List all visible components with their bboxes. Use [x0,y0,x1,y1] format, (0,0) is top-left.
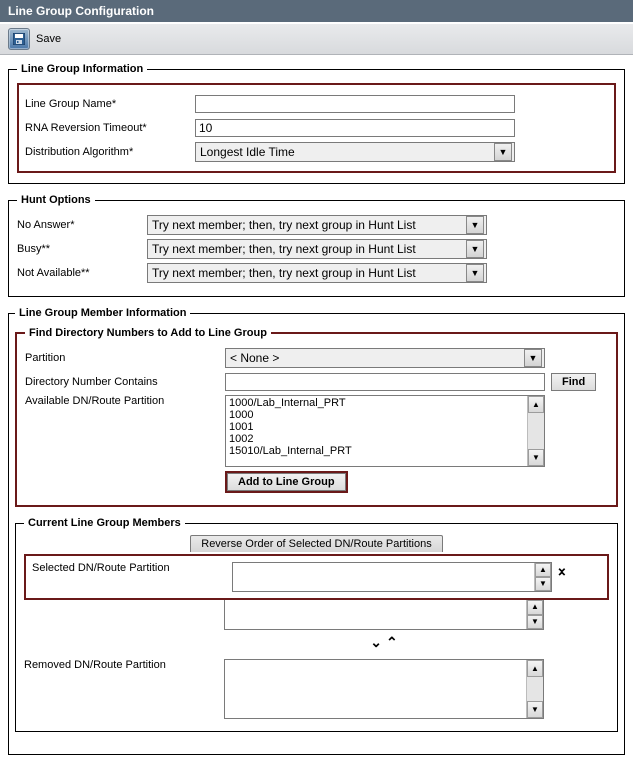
disk-icon [13,33,25,45]
fieldset-hunt-options: Hunt Options No Answer* Try next member;… [8,194,625,297]
busy-select[interactable]: Try next member; then, try next group in… [147,239,487,259]
no-answer-select[interactable]: Try next member; then, try next group in… [147,215,487,235]
selected-dn-listbox-2[interactable]: ▲ ▼ [224,600,544,630]
scroll-down-icon[interactable]: ▼ [535,577,551,591]
scroll-up-icon[interactable]: ▲ [527,660,543,677]
not-available-value: Try next member; then, try next group in… [152,266,416,280]
chevron-down-icon: ▼ [466,264,484,282]
available-dn-listbox[interactable]: 1000/Lab_Internal_PRT 1000 1001 1002 150… [225,395,545,467]
legend-hunt-options: Hunt Options [17,194,95,206]
legend-find-dn: Find Directory Numbers to Add to Line Gr… [25,327,271,339]
find-button[interactable]: Find [551,373,596,391]
label-line-group-name: Line Group Name* [25,98,195,110]
move-up-icon[interactable]: ⌃ [386,634,398,651]
reverse-order-button[interactable]: Reverse Order of Selected DN/Route Parti… [190,535,443,552]
list-item[interactable]: 1000 [229,409,527,421]
legend-member-info: Line Group Member Information [15,307,190,319]
fieldset-member-info: Line Group Member Information Find Direc… [8,307,625,755]
chevron-down-icon: ▼ [524,349,542,367]
list-item[interactable]: 1001 [229,421,527,433]
chevron-down-icon: ▼ [494,143,512,161]
toolbar: Save [0,23,633,55]
save-label: Save [36,33,61,45]
scrollbar[interactable]: ▲ ▼ [526,600,543,629]
scroll-up-icon[interactable]: ▲ [528,396,544,413]
legend-line-group-info: Line Group Information [17,63,147,75]
fieldset-line-group-info: Line Group Information Line Group Name* … [8,63,625,184]
line-group-name-input[interactable] [195,95,515,113]
scrollbar[interactable]: ▲ ▼ [527,396,544,466]
page-title: Line Group Configuration [0,0,633,23]
save-button[interactable] [8,28,30,50]
chevron-down-icon: ▼ [466,216,484,234]
label-not-available: Not Available** [17,267,147,279]
label-busy: Busy** [17,243,147,255]
chevron-down-icon: ▼ [466,240,484,258]
label-available-dn: Available DN/Route Partition [25,395,225,407]
label-selected-dn: Selected DN/Route Partition [32,562,232,574]
busy-value: Try next member; then, try next group in… [152,242,416,256]
label-distribution-algorithm: Distribution Algorithm* [25,146,195,158]
label-rna-timeout: RNA Reversion Timeout* [25,122,195,134]
label-no-answer: No Answer* [17,219,147,231]
fieldset-find-dn: Find Directory Numbers to Add to Line Gr… [15,327,618,507]
partition-select[interactable]: < None > ▼ [225,348,545,368]
list-item[interactable]: 1002 [229,433,527,445]
label-dn-contains: Directory Number Contains [25,376,225,388]
scrollbar[interactable]: ▲ ▼ [534,563,551,591]
partition-value: < None > [230,351,279,365]
label-partition: Partition [25,352,225,364]
legend-current-members: Current Line Group Members [24,517,185,529]
add-to-line-group-button[interactable]: Add to Line Group [227,473,346,491]
move-down-icon[interactable]: ⌄ [370,634,382,651]
label-removed-dn: Removed DN/Route Partition [24,659,224,671]
scroll-down-icon[interactable]: ▼ [528,449,544,466]
scroll-up-icon[interactable]: ▲ [527,600,543,615]
scroll-up-icon[interactable]: ▲ [535,563,551,577]
no-answer-value: Try next member; then, try next group in… [152,218,416,232]
scroll-down-icon[interactable]: ▼ [527,615,543,630]
selected-dn-listbox[interactable]: ▲ ▼ [232,562,552,592]
removed-dn-listbox[interactable]: ▲ ▼ [224,659,544,719]
distribution-algorithm-select[interactable]: Longest Idle Time ▼ [195,142,515,162]
not-available-select[interactable]: Try next member; then, try next group in… [147,263,487,283]
dn-contains-input[interactable] [225,373,545,391]
list-item[interactable]: 15010/Lab_Internal_PRT [229,445,527,457]
scrollbar[interactable]: ▲ ▼ [526,660,543,718]
move-up-icon[interactable]: ⌃ [556,572,568,582]
list-item[interactable]: 1000/Lab_Internal_PRT [229,397,527,409]
distribution-algorithm-value: Longest Idle Time [200,145,295,159]
scroll-down-icon[interactable]: ▼ [527,701,543,718]
fieldset-current-members: Current Line Group Members Reverse Order… [15,517,618,732]
rna-timeout-input[interactable] [195,119,515,137]
